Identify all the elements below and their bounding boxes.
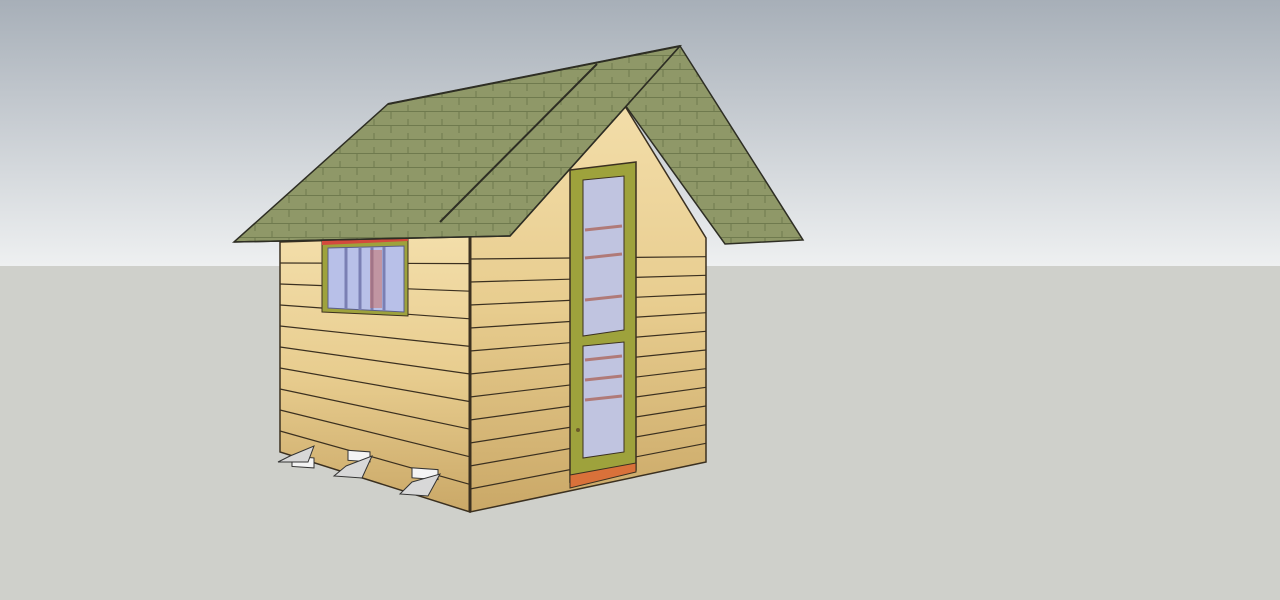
- 3d-viewport[interactable]: [0, 0, 1280, 600]
- front-door[interactable]: [569, 161, 637, 489]
- scene-canvas[interactable]: [0, 0, 1280, 600]
- side-window: [321, 235, 409, 317]
